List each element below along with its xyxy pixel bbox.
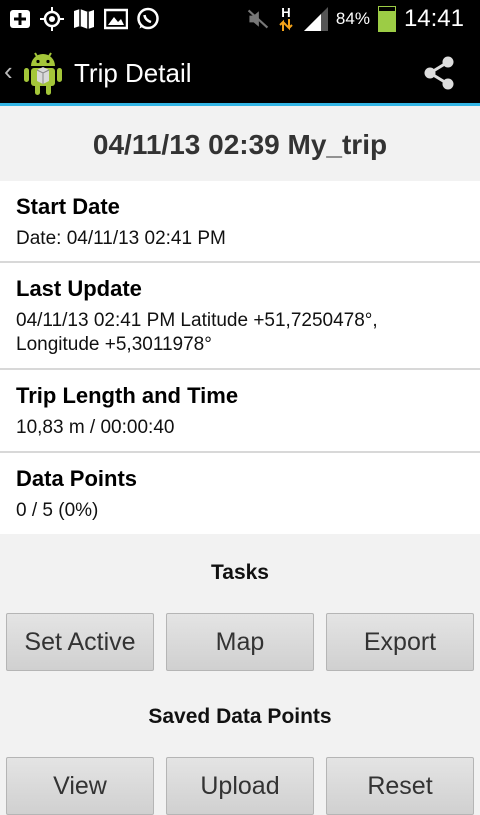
reset-button[interactable]: Reset: [326, 757, 474, 815]
view-button[interactable]: View: [6, 757, 154, 815]
clock: 14:41: [403, 5, 464, 32]
network-type-label: H: [281, 5, 291, 20]
saved-data-points-heading: Saved Data Points: [148, 705, 332, 728]
whatsapp-icon: [136, 7, 160, 31]
trip-length-value: 10,83 m / 00:00:40: [16, 417, 175, 438]
set-active-button[interactable]: Set Active: [6, 613, 154, 671]
data-points-field: Data Points 0 / 5 (0%): [0, 453, 480, 534]
mute-icon: [246, 7, 270, 31]
start-date-label: Start Date: [16, 194, 120, 219]
status-indicators: H 84% 14:41: [246, 4, 464, 34]
screen-title: Trip Detail: [74, 58, 192, 88]
export-button[interactable]: Export: [326, 613, 474, 671]
trip-details-list: Start Date Date: 04/11/13 02:41 PM Last …: [0, 181, 480, 534]
signal-icon: [302, 7, 328, 31]
notification-icons: [8, 7, 160, 31]
trip-title: 04/11/13 02:39 My_trip: [92, 129, 388, 160]
tasks-heading: Tasks: [211, 561, 269, 584]
last-update-label: Last Update: [16, 276, 142, 301]
battery-icon: [377, 6, 396, 32]
share-icon[interactable]: [420, 54, 458, 92]
map-button[interactable]: Map: [166, 613, 314, 671]
back-chevron-icon[interactable]: ‹: [4, 56, 13, 87]
android-logo-icon[interactable]: [22, 50, 64, 96]
battery-percent: 84%: [335, 9, 370, 28]
last-update-value: 04/11/13 02:41 PM Latitude +51,7250478°,…: [16, 309, 464, 357]
trip-length-label: Trip Length and Time: [16, 383, 239, 408]
add-icon: [8, 7, 32, 31]
data-points-value: 0 / 5 (0%): [16, 500, 99, 521]
saved-points-button-row: View Upload Reset: [6, 757, 474, 815]
action-bar-accent-line: [0, 103, 480, 106]
data-points-label: Data Points: [16, 466, 138, 491]
start-date-value: Date: 04/11/13 02:41 PM: [16, 228, 226, 249]
battery-fill: [378, 10, 395, 31]
status-bar: H 84% 14:41: [0, 0, 480, 38]
trip-length-field: Trip Length and Time 10,83 m / 00:00:40: [0, 370, 480, 453]
last-update-longitude: Longitude +5,3011978°: [16, 334, 212, 355]
map-icon: [72, 7, 96, 31]
gallery-icon: [104, 7, 128, 31]
gps-icon: [40, 7, 64, 31]
data-arrows-icon: H: [278, 5, 294, 31]
start-date-field: Start Date Date: 04/11/13 02:41 PM: [0, 181, 480, 263]
upload-button[interactable]: Upload: [166, 757, 314, 815]
last-update-field: Last Update 04/11/13 02:41 PM Latitude +…: [0, 263, 480, 370]
action-bar: ‹ Trip Detail: [0, 38, 480, 106]
last-update-latitude: 04/11/13 02:41 PM Latitude +51,7250478°,: [16, 310, 378, 331]
tasks-button-row: Set Active Map Export: [6, 613, 474, 671]
